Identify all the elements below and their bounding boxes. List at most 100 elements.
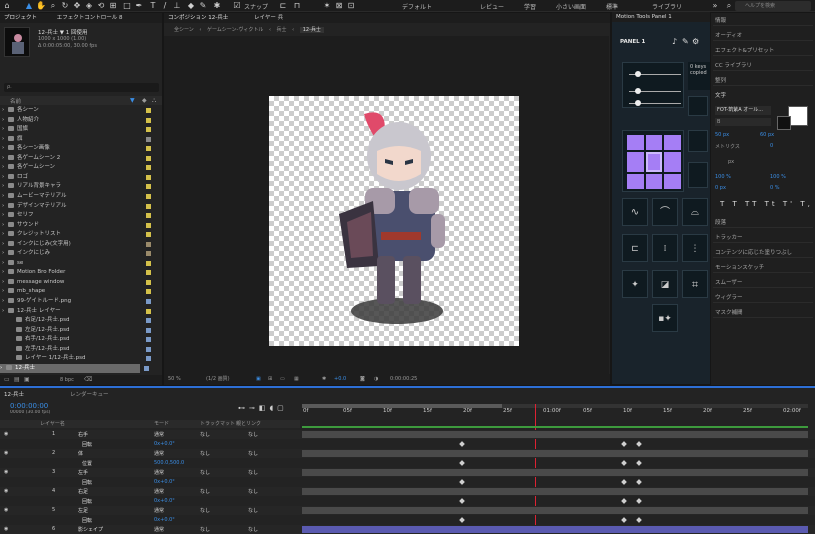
transparency-grid-icon[interactable]: ⊞ <box>268 374 272 385</box>
label-color-swatch[interactable] <box>146 299 151 304</box>
exposure-value[interactable]: +0.0 <box>334 374 346 385</box>
trkmat-select[interactable]: なし <box>200 526 210 533</box>
blend-mode-select[interactable]: 通常 <box>154 431 164 438</box>
keyframe-diamond[interactable] <box>621 478 627 485</box>
eraser-tool-icon[interactable]: ◆ <box>186 1 196 11</box>
align-icon[interactable]: ✶ <box>322 1 332 11</box>
visibility-eye-icon[interactable]: ◉ <box>4 507 8 513</box>
snap-option2-icon[interactable]: ⊓ <box>292 1 302 11</box>
tracking[interactable]: 0 <box>770 143 773 149</box>
label-color-swatch[interactable] <box>146 279 151 285</box>
trkmat-select[interactable]: なし <box>200 431 210 438</box>
project-list-item[interactable]: › message window <box>2 278 151 288</box>
grid-icon[interactable]: ⊠ <box>334 1 344 11</box>
keyframe-diamond[interactable] <box>459 478 465 485</box>
resolution-select[interactable]: (1/2 画質) <box>206 374 230 385</box>
anchor-point-cell[interactable] <box>664 135 681 151</box>
parent-select[interactable]: なし <box>248 526 258 533</box>
label-color-swatch[interactable] <box>146 251 151 257</box>
delete-icon[interactable]: ⌫ <box>84 376 92 383</box>
random-icon[interactable]: ✦ <box>622 270 648 298</box>
pen-icon[interactable]: ✎ <box>682 37 689 46</box>
mirror-icon[interactable]: ◪ <box>652 270 678 298</box>
panel-paragraph[interactable]: 段落 <box>713 218 813 228</box>
layer-name[interactable]: 体 <box>78 450 83 457</box>
comp-canvas[interactable] <box>269 96 519 346</box>
project-list-item[interactable]: 左手/12-兵士.psd <box>2 345 151 355</box>
project-list-item[interactable]: › ロゴ <box>2 173 151 183</box>
sequence-icon[interactable]: ⋮ <box>682 234 708 262</box>
font-family-select[interactable]: FOT-筑紫A オール... <box>715 106 771 115</box>
hand-tool-icon[interactable]: ✋ <box>36 1 46 11</box>
panel-smoother[interactable]: スムーザー <box>713 278 813 288</box>
panel-audio[interactable]: オーディオ <box>713 31 813 41</box>
breadcrumb-item[interactable]: ゲームシーン-ヴィクトル <box>207 27 263 33</box>
visibility-eye-icon[interactable]: ◉ <box>4 469 8 475</box>
distribute-icon[interactable]: ⊏ <box>622 234 648 262</box>
anchor-point-cell[interactable] <box>627 135 644 151</box>
new-comp-icon[interactable]: ▣ <box>24 376 30 383</box>
stagger-icon[interactable]: ⁞ <box>652 234 678 262</box>
fill-color-swatch[interactable] <box>788 106 808 126</box>
keyframe-diamond[interactable] <box>621 516 627 523</box>
label-color-swatch[interactable] <box>146 232 151 238</box>
layer-row[interactable]: ◉ 1 右手 通常 なし なし <box>0 430 815 439</box>
help-search-input[interactable]: ヘルプを検索 <box>735 1 811 11</box>
label-color-swatch[interactable] <box>146 337 151 343</box>
layer-name[interactable]: 右足 <box>78 488 88 495</box>
visibility-eye-icon[interactable]: ◉ <box>4 488 8 494</box>
wave-icon[interactable]: ∿ <box>622 198 648 226</box>
snap-option-icon[interactable]: ⊏ <box>278 1 288 11</box>
tab-motion-tools[interactable]: Motion Tools Panel 1 <box>616 14 672 20</box>
clone-tool-icon[interactable]: ⊥ <box>172 1 182 11</box>
workspace-small[interactable]: 小さい画面 <box>556 2 586 11</box>
puppet-tool-icon[interactable]: ✱ <box>212 1 222 11</box>
panel-character[interactable]: 文字 <box>713 91 813 101</box>
trkmat-select[interactable]: なし <box>200 507 210 514</box>
parent-select[interactable]: なし <box>248 507 258 514</box>
tab-composition[interactable]: コンポジション 12-兵士 <box>168 15 228 21</box>
pen-tool-icon[interactable]: ✒ <box>134 1 144 11</box>
project-list-item[interactable]: › mb_shape <box>2 287 151 297</box>
workspace-learn[interactable]: 学習 <box>524 2 536 11</box>
label-color-swatch[interactable] <box>146 203 151 209</box>
crop-icon[interactable]: ⌗ <box>682 270 708 298</box>
camera-tool-icon[interactable]: ◈ <box>84 1 94 11</box>
stroke-color-swatch[interactable] <box>777 116 791 130</box>
ease-slider-3[interactable] <box>635 100 641 106</box>
label-color-swatch[interactable] <box>146 155 151 161</box>
layer-duration-bar[interactable] <box>302 469 808 476</box>
panel-tracker[interactable]: トラッカー <box>713 233 813 243</box>
project-list-item[interactable]: › クレジットリスト <box>2 230 151 240</box>
layer-name[interactable]: 右手 <box>78 431 88 438</box>
project-list-item[interactable]: レイヤー 1/12-兵士.psd <box>2 354 151 364</box>
project-search-input[interactable]: ρ. <box>4 83 159 92</box>
parent-select[interactable]: なし <box>248 431 258 438</box>
vertical-scale[interactable]: 100 % <box>715 174 731 180</box>
panel-motion-sketch[interactable]: モーションスケッチ <box>713 263 813 273</box>
bpc-label[interactable]: 8 bpc <box>60 377 74 383</box>
property-row[interactable]: 回転 0x+0.0° <box>0 516 815 525</box>
keyframe-diamond[interactable] <box>459 516 465 523</box>
property-row[interactable]: 位置 500.0,500.0 <box>0 459 815 468</box>
project-list-item[interactable]: › 12-兵士 レイヤー <box>2 307 151 317</box>
color-icon[interactable]: ◑ <box>374 374 378 385</box>
project-list-item[interactable]: › 旗 <box>2 135 151 145</box>
trkmat-select[interactable]: なし <box>200 469 210 476</box>
text-style-buttons[interactable]: T T TT Tt T' T, <box>720 200 813 208</box>
label-color-swatch[interactable] <box>144 365 149 371</box>
label-color-swatch[interactable] <box>146 318 151 324</box>
kerning[interactable]: メトリクス <box>715 143 740 150</box>
trkmat-select[interactable]: なし <box>200 488 210 495</box>
mask-icon[interactable]: ▭ <box>280 374 285 385</box>
breadcrumb-current[interactable]: 12-兵士 <box>299 27 324 33</box>
property-value[interactable]: 0x+0.0° <box>154 498 175 504</box>
settings-icon[interactable]: ⚙ <box>692 37 699 46</box>
workspace-standard[interactable]: 標準 <box>606 2 618 11</box>
label-color-swatch[interactable] <box>146 270 151 276</box>
layer-name[interactable]: 回転 <box>82 441 92 448</box>
property-row[interactable]: 回転 0x+0.0° <box>0 497 815 506</box>
project-list-item[interactable]: 左足/12-兵士.psd <box>2 326 151 336</box>
font-size[interactable]: 50 px <box>715 132 729 138</box>
keyframe-diamond[interactable] <box>459 440 465 447</box>
